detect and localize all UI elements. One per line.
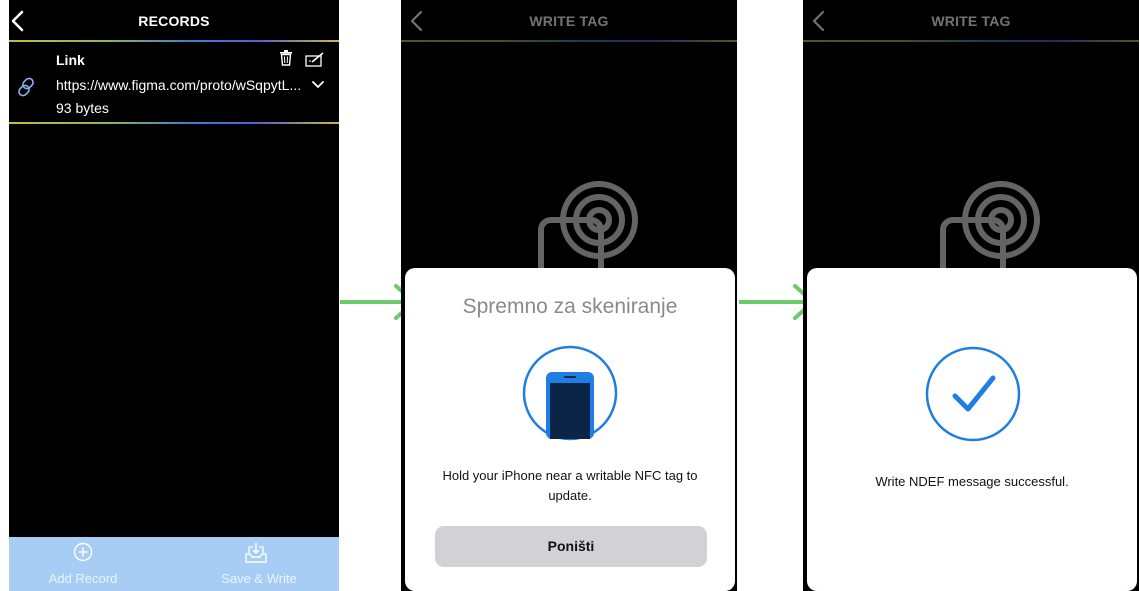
add-record-button[interactable]: Add Record xyxy=(13,537,153,591)
header-divider xyxy=(401,40,737,42)
write-tag-screen: WRITE TAG Spremno za skeniranje Hold you… xyxy=(401,0,737,591)
sheet-title: Spremno za skeniranje xyxy=(462,295,678,318)
save-write-button[interactable]: Save & Write xyxy=(189,537,329,591)
record-type: Link xyxy=(56,52,85,68)
save-write-label: Save & Write xyxy=(221,571,297,586)
record-row[interactable]: Link https://www.figma.com/proto/wSqpytL… xyxy=(9,44,339,122)
page-title: WRITE TAG xyxy=(529,13,609,29)
record-url: https://www.figma.com/proto/wSqpytL... xyxy=(56,77,302,93)
cancel-button[interactable]: Poništi xyxy=(435,526,707,567)
record-divider xyxy=(9,122,339,124)
page-title: RECORDS xyxy=(138,13,210,29)
checkmark-icon xyxy=(925,346,1021,442)
link-icon xyxy=(18,77,34,97)
plus-circle-icon xyxy=(73,542,93,562)
scan-sheet: Spremno za skeniranje Hold your iPhone n… xyxy=(405,268,735,591)
phone-icon xyxy=(522,345,618,441)
records-screen: RECORDS Link https://www.figma.com/proto… xyxy=(9,0,339,591)
sheet-message: Hold your iPhone near a writable NFC tag… xyxy=(442,468,698,503)
record-size: 93 bytes xyxy=(56,100,109,116)
nfc-tag-icon xyxy=(538,181,638,280)
page-title: WRITE TAG xyxy=(931,13,1011,29)
top-bar: WRITE TAG xyxy=(401,0,737,42)
bottom-bar: Add Record Save & Write xyxy=(9,537,339,591)
header-divider xyxy=(803,40,1139,42)
add-record-label: Add Record xyxy=(48,571,118,586)
nfc-tag-icon xyxy=(940,181,1040,280)
success-sheet: Write NDEF message successful. xyxy=(807,268,1137,591)
download-tray-icon xyxy=(245,543,267,563)
trash-icon[interactable] xyxy=(279,50,293,66)
edit-icon[interactable] xyxy=(305,51,325,67)
chevron-down-icon[interactable] xyxy=(311,80,325,90)
top-bar: RECORDS xyxy=(9,0,339,42)
header-divider xyxy=(9,40,339,42)
top-bar: WRITE TAG xyxy=(803,0,1139,42)
success-message: Write NDEF message successful. xyxy=(875,474,1069,489)
write-tag-success-screen: WRITE TAG Write NDEF message successful. xyxy=(803,0,1139,591)
